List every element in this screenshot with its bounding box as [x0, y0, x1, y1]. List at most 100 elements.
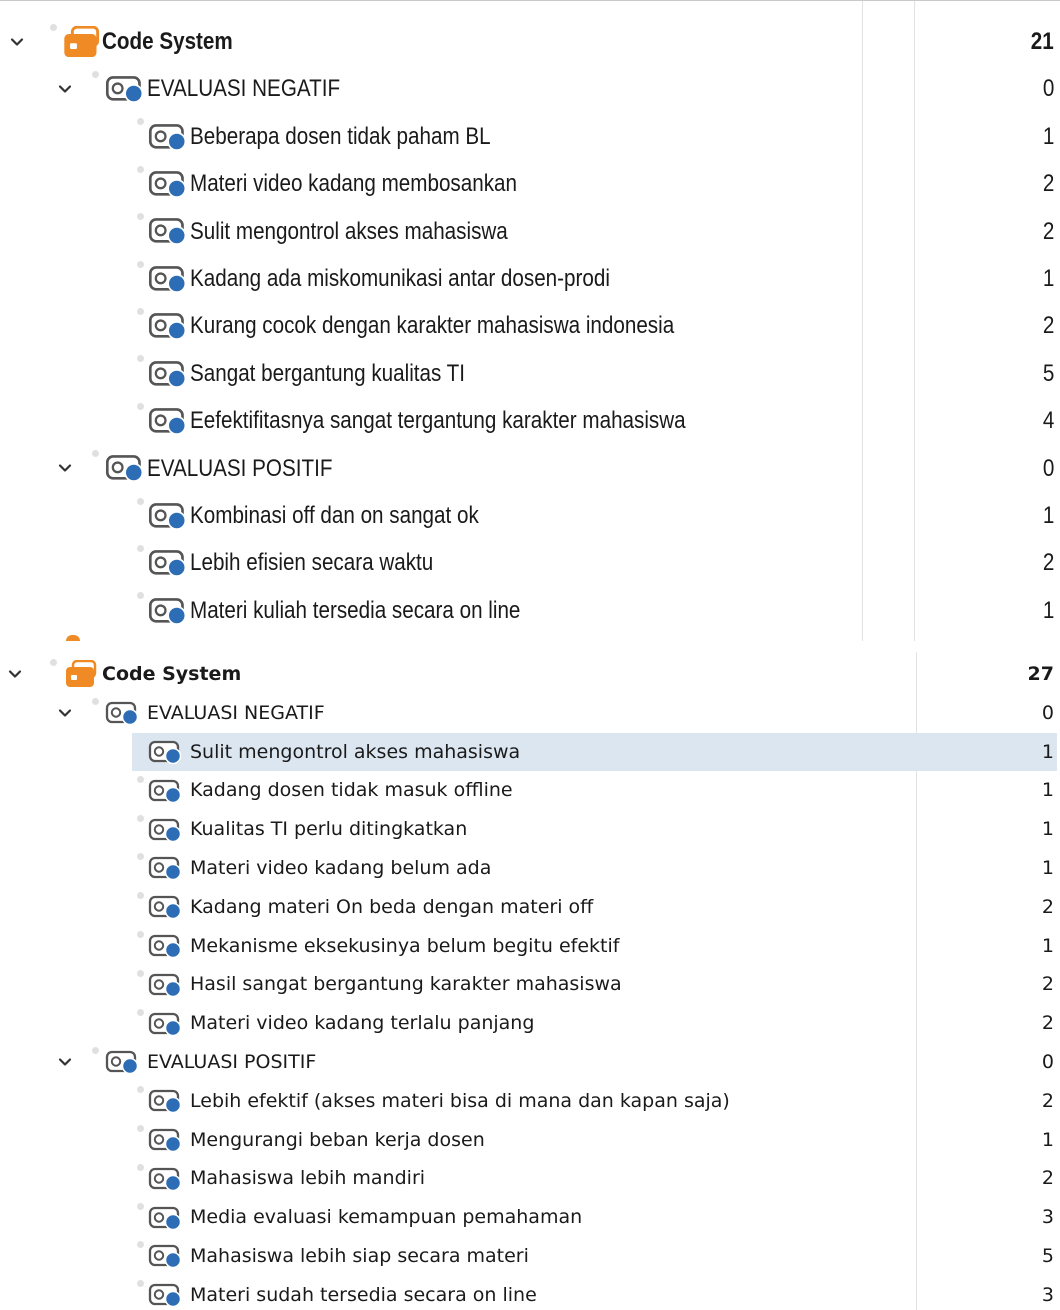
coded-segment-count: 1 [1041, 740, 1054, 763]
tree-row-code[interactable]: Materi sudah tersedia secara on line 3 [0, 1276, 1060, 1310]
code-label: Kualitas TI perlu ditingkatkan [190, 818, 468, 841]
status-dot [137, 1202, 144, 1210]
chevron-down-icon[interactable] [10, 35, 24, 49]
code-label: Sulit mengontrol akses mahasiswa [190, 217, 508, 245]
code-label: Materi video kadang belum ada [190, 857, 492, 879]
code-icon [148, 264, 187, 294]
status-dot [137, 545, 144, 553]
coded-segment-count: 1 [1041, 1128, 1054, 1151]
tree-row-code[interactable]: Mengurangi beban kerja dosen 1 [0, 1121, 1060, 1160]
status-dot [137, 1280, 144, 1288]
tree-row-group[interactable]: EVALUASI NEGATIF 0 [0, 65, 1060, 112]
tree-row-root[interactable]: Code System 21 [0, 18, 1060, 65]
status-dot [50, 659, 57, 667]
status-dot [50, 23, 57, 31]
code-icon [148, 894, 182, 920]
code-label: Mahasiswa lebih mandiri [190, 1167, 426, 1190]
tree-row-code[interactable]: Lebih efisien secara waktu 2 [0, 539, 1060, 586]
root-label: Code System [102, 663, 242, 685]
code-icon [148, 169, 187, 199]
status-dot [137, 1086, 144, 1094]
coded-segment-count: 0 [1042, 454, 1054, 482]
coded-segment-count: 1 [1041, 779, 1054, 802]
group-label: EVALUASI NEGATIF [147, 701, 325, 724]
tree-row-code[interactable]: Kadang materi On beda dengan materi off 2 [0, 888, 1060, 927]
tree-row-code[interactable]: Hasil sangat bergantung karakter mahasis… [0, 965, 1060, 1004]
code-label: Materi video kadang membosankan [190, 170, 517, 198]
tree-row-group[interactable]: EVALUASI POSITIF 0 [0, 1043, 1060, 1082]
tree-row-code[interactable]: Kualitas TI perlu ditingkatkan 1 [0, 810, 1060, 849]
tree-row-group[interactable]: EVALUASI NEGATIF 0 [0, 694, 1060, 733]
status-dot [137, 213, 144, 221]
tree-row-code[interactable]: Mekanisme eksekusinya belum begitu efekt… [0, 927, 1060, 966]
coded-segment-count: 1 [1042, 122, 1054, 150]
chevron-down-icon[interactable] [58, 706, 72, 720]
status-dot [137, 775, 144, 783]
tree-row-code[interactable]: Kadang dosen tidak masuk offline 1 [0, 771, 1060, 810]
coded-segment-count: 0 [1041, 701, 1054, 724]
code-icon [148, 501, 187, 531]
coded-segment-count: 0 [1042, 75, 1054, 103]
status-dot [137, 165, 144, 173]
tree-row-code[interactable]: Kurang cocok dengan karakter mahasiswa i… [0, 302, 1060, 349]
code-system-icon [64, 660, 98, 688]
code-icon [105, 74, 144, 104]
code-label: Media evaluasi kemampuan pemahaman [190, 1206, 583, 1229]
status-dot [137, 308, 144, 316]
coded-segment-count: 4 [1042, 407, 1054, 435]
code-icon [148, 1243, 182, 1269]
chevron-down-icon[interactable] [58, 82, 72, 96]
coded-segment-count: 3 [1041, 1283, 1054, 1306]
tree-row-code[interactable]: Materi kuliah tersedia secara on line 1 [0, 587, 1060, 634]
status-dot [137, 118, 144, 126]
tree-row-code[interactable]: Materi video kadang membosankan 2 [0, 160, 1060, 207]
tree-row-code[interactable]: Materi video kadang belum ada 1 [0, 849, 1060, 888]
tree-row-code[interactable]: Eefektifitasnya sangat tergantung karakt… [0, 397, 1060, 444]
tree-row-code[interactable]: Beberapa dosen tidak paham BL 1 [0, 113, 1060, 160]
coded-segment-count: 5 [1041, 1245, 1054, 1267]
coded-segment-count: 1 [1041, 934, 1054, 957]
tree-row-code[interactable]: Mahasiswa lebih mandiri 2 [0, 1159, 1060, 1198]
coded-segment-count: 27 [1027, 663, 1054, 685]
code-system-panel-bottom: Code System 27 EVALUASI NEGATIF 0 Sulit meng… [0, 652, 1060, 1310]
code-icon [148, 972, 182, 998]
status-dot [137, 592, 144, 600]
chevron-down-icon[interactable] [8, 667, 22, 681]
tree-row-code[interactable]: Lebih efektif (akses materi bisa di mana… [0, 1082, 1060, 1121]
coded-segment-count: 1 [1042, 596, 1054, 624]
code-label: Kadang dosen tidak masuk offline [190, 779, 513, 802]
tree-row-code[interactable]: Mahasiswa lebih siap secara materi 5 [0, 1237, 1060, 1276]
code-icon [148, 1088, 182, 1114]
group-label: EVALUASI POSITIF [147, 1051, 317, 1073]
tree-row-code[interactable]: Sangat bergantung kualitas TI 5 [0, 350, 1060, 397]
code-icon [148, 1282, 182, 1308]
tree-row-code[interactable]: Kombinasi off dan on sangat ok 1 [0, 492, 1060, 539]
code-icon [148, 855, 182, 881]
next-root-icon-peek [66, 635, 80, 641]
status-dot [137, 1163, 144, 1171]
chevron-down-icon[interactable] [58, 1055, 72, 1069]
code-label: Kombinasi off dan on sangat ok [190, 502, 479, 529]
tree-row-code[interactable]: Sulit mengontrol akses mahasiswa 1 [0, 732, 1060, 772]
code-icon [148, 311, 187, 341]
tree-row-code[interactable]: Sulit mengontrol akses mahasiswa 2 [0, 208, 1060, 255]
code-label: Eefektifitasnya sangat tergantung karakt… [190, 407, 686, 435]
status-dot [137, 260, 144, 268]
tree-row-code[interactable]: Media evaluasi kemampuan pemahaman 3 [0, 1198, 1060, 1237]
tree-row-code[interactable]: Kadang ada miskomunikasi antar dosen-pro… [0, 255, 1060, 302]
tree-row-root[interactable]: Code System 27 [0, 655, 1060, 694]
tree-row-code[interactable]: Materi video kadang terlalu panjang 2 [0, 1004, 1060, 1043]
coded-segment-count: 3 [1041, 1206, 1054, 1229]
code-label: Sangat bergantung kualitas TI [190, 359, 466, 387]
group-label: EVALUASI NEGATIF [147, 75, 341, 103]
root-label: Code System [102, 28, 233, 55]
code-icon [105, 1049, 139, 1075]
coded-segment-count: 1 [1042, 265, 1054, 292]
code-icon [105, 453, 144, 483]
tree-row-group[interactable]: EVALUASI POSITIF 0 [0, 445, 1060, 492]
coded-segment-count: 2 [1041, 973, 1054, 996]
code-icon [148, 1166, 182, 1192]
coded-segment-count: 2 [1042, 217, 1054, 245]
status-dot [137, 892, 144, 900]
chevron-down-icon[interactable] [58, 461, 72, 475]
